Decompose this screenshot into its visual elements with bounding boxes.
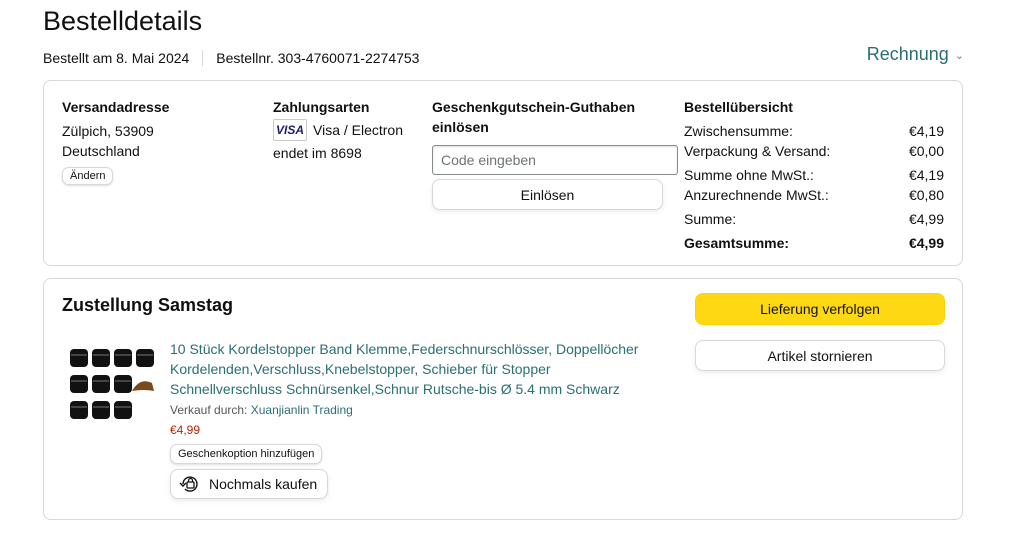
address-line-1: Zülpich, 53909 [62, 123, 154, 139]
buy-again-label: Nochmals kaufen [209, 476, 318, 492]
order-date: Bestellt am 8. Mai 2024 [43, 50, 190, 66]
summary-label: Summe ohne MwSt.: [684, 167, 814, 183]
summary-value: €0,00 [908, 143, 944, 159]
gift-card-heading-2: einlösen [432, 119, 489, 135]
shipping-heading: Versandadresse [62, 99, 170, 115]
summary-value: €4,19 [908, 167, 944, 183]
summary-heading: Bestellübersicht [684, 99, 793, 115]
summary-value: €0,80 [908, 187, 944, 203]
summary-row: Summe: €4,99 [684, 209, 944, 229]
buy-again-button[interactable]: Nochmals kaufen [170, 469, 329, 499]
shipping-address: Versandadresse Zülpich, 53909 Deutschlan… [62, 97, 169, 185]
order-summary: Bestellübersicht Zwischensumme: €4,19 Ve… [684, 97, 944, 253]
chevron-down-icon: ⌄ [954, 50, 964, 62]
gift-card-redeem: Geschenkgutschein-Guthaben einlösen Einl… [432, 97, 678, 210]
order-info-card: Versandadresse Zülpich, 53909 Deutschlan… [43, 80, 963, 266]
add-gift-option-button[interactable]: Geschenkoption hinzufügen [170, 444, 323, 464]
total-label: Gesamtsumme: [684, 235, 790, 251]
card-name: Visa / Electron [313, 122, 404, 138]
payment-heading: Zahlungsarten [273, 99, 370, 115]
order-meta: Bestellt am 8. Mai 2024 Bestellnr. 303-4… [43, 50, 419, 66]
summary-row: Zwischensumme: €4,19 [684, 121, 944, 141]
product-info: 10 Stück Kordelstopper Band Klemme,Feder… [170, 339, 660, 499]
order-number: Bestellnr. 303-4760071-2274753 [216, 50, 420, 66]
payment-card: VISA Visa / Electron [273, 119, 403, 141]
summary-row: Verpackung & Versand: €0,00 [684, 141, 944, 161]
invoice-label: Rechnung [866, 44, 949, 64]
card-ending: endet im 8698 [273, 145, 362, 161]
payment-method: Zahlungsarten VISA Visa / Electron endet… [273, 97, 403, 163]
gift-card-heading-1: Geschenkgutschein-Guthaben [432, 99, 636, 115]
summary-value: €4,99 [908, 211, 944, 227]
gift-code-input[interactable] [432, 145, 678, 175]
summary-label: Zwischensumme: [684, 123, 793, 139]
page-title: Bestelldetails [43, 6, 203, 36]
summary-total-row: Gesamtsumme: €4,99 [684, 233, 944, 253]
total-value: €4,99 [908, 235, 944, 251]
summary-label: Anzurechnende MwSt.: [684, 187, 829, 203]
track-package-button[interactable]: Lieferung verfolgen [695, 293, 945, 325]
cancel-item-button[interactable]: Artikel stornieren [695, 340, 945, 371]
seller-link[interactable]: Xuanjianlin Trading [251, 403, 353, 417]
buy-again-icon [179, 476, 198, 492]
change-address-button[interactable]: Ändern [62, 167, 114, 185]
summary-label: Summe: [684, 211, 737, 227]
address-line-2: Deutschland [62, 143, 140, 159]
product-title-link[interactable]: 10 Stück Kordelstopper Band Klemme,Feder… [170, 339, 660, 399]
visa-icon: VISA [273, 119, 307, 141]
invoice-dropdown[interactable]: Rechnung ⌄ [867, 44, 964, 65]
summary-label: Verpackung & Versand: [684, 143, 831, 159]
redeem-button[interactable]: Einlösen [432, 179, 663, 210]
summary-row: Anzurechnende MwSt.: €0,80 [684, 185, 944, 205]
divider [202, 50, 204, 66]
shipment-card: Zustellung Samstag Lieferung verfolgen A… [43, 278, 963, 520]
sold-by-label: Verkauf durch: [170, 403, 248, 417]
item-price: €4,99 [170, 423, 201, 437]
summary-row: Summe ohne MwSt.: €4,19 [684, 165, 944, 185]
delivery-heading: Zustellung Samstag [62, 295, 234, 315]
product-image[interactable] [66, 345, 160, 425]
seller-info: Verkauf durch: Xuanjianlin Trading [170, 401, 660, 419]
summary-value: €4,19 [908, 123, 944, 139]
